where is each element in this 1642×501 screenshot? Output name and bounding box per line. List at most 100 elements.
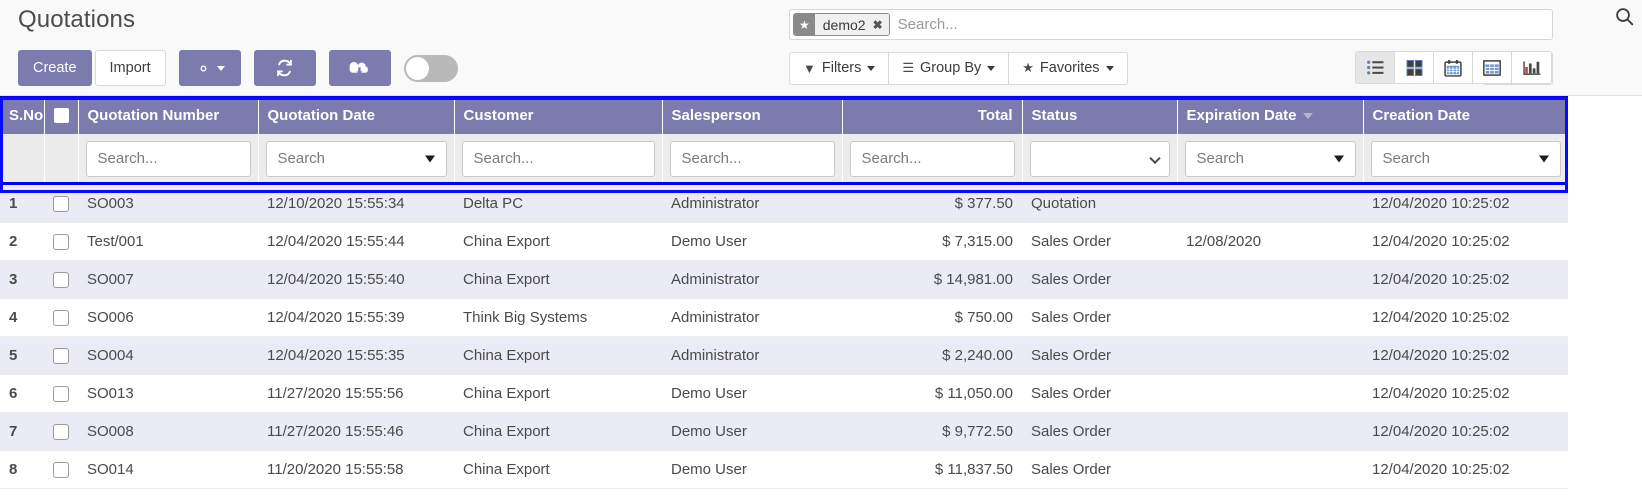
cell-creation: 12/04/2020 10:25:02 bbox=[1363, 222, 1568, 260]
close-icon[interactable]: ✖ bbox=[873, 18, 883, 32]
row-checkbox[interactable] bbox=[53, 462, 69, 478]
table-row[interactable]: 3SO00712/04/2020 15:55:40China ExportAdm… bbox=[0, 260, 1568, 298]
table-row[interactable]: 4SO00612/04/2020 15:55:39Think Big Syste… bbox=[0, 298, 1568, 336]
kanban-icon[interactable] bbox=[1395, 52, 1434, 83]
group-by-dropdown[interactable]: ☰ Group By bbox=[889, 53, 1009, 84]
cell-customer: China Export bbox=[454, 336, 662, 374]
cell-expiration bbox=[1177, 450, 1363, 488]
cell-salesperson: Administrator bbox=[662, 184, 842, 222]
download-button[interactable] bbox=[329, 50, 391, 86]
bar-chart-icon[interactable] bbox=[1512, 52, 1551, 83]
cell-check bbox=[44, 222, 78, 260]
cell-status: Sales Order bbox=[1022, 374, 1177, 412]
cell-customer: China Export bbox=[454, 450, 662, 488]
search-facet-demo2[interactable]: ★ demo2 ✖ bbox=[793, 13, 890, 36]
search-icon[interactable] bbox=[1615, 7, 1634, 31]
row-checkbox[interactable] bbox=[53, 424, 69, 440]
column-header-check[interactable] bbox=[44, 96, 78, 134]
cell-sno: 4 bbox=[0, 298, 44, 336]
select-all-checkbox[interactable] bbox=[54, 108, 69, 123]
column-header-customer[interactable]: Customer bbox=[454, 96, 662, 134]
cell-status: Sales Order bbox=[1022, 298, 1177, 336]
column-header-creation[interactable]: Creation Date bbox=[1363, 96, 1568, 134]
row-checkbox[interactable] bbox=[53, 196, 69, 212]
cell-qdate: 11/27/2020 15:55:46 bbox=[258, 412, 454, 450]
cell-status: Sales Order bbox=[1022, 260, 1177, 298]
active-toggle-switch[interactable] bbox=[404, 55, 458, 82]
column-header-status[interactable]: Status bbox=[1022, 96, 1177, 134]
column-filter-row bbox=[0, 134, 1568, 184]
row-checkbox[interactable] bbox=[53, 348, 69, 364]
toggle-knob bbox=[406, 57, 429, 80]
create-button[interactable]: Create bbox=[18, 50, 92, 86]
refresh-button[interactable] bbox=[254, 50, 316, 86]
column-filter-quotation bbox=[78, 134, 258, 184]
cell-customer: China Export bbox=[454, 412, 662, 450]
favorites-dropdown[interactable]: ★ Favorites bbox=[1009, 53, 1126, 84]
cell-expiration bbox=[1177, 336, 1363, 374]
cell-salesperson: Administrator bbox=[662, 336, 842, 374]
cell-customer: Think Big Systems bbox=[454, 298, 662, 336]
table-row[interactable]: 2Test/00112/04/2020 15:55:44China Export… bbox=[0, 222, 1568, 260]
star-icon: ★ bbox=[1022, 60, 1034, 76]
filter-input-customer[interactable] bbox=[462, 141, 655, 177]
cell-salesperson: Demo User bbox=[662, 450, 842, 488]
cell-check bbox=[44, 336, 78, 374]
cell-sno: 3 bbox=[0, 260, 44, 298]
column-header-label: Quotation Date bbox=[268, 107, 376, 124]
column-header-qdate[interactable]: Quotation Date bbox=[258, 96, 454, 134]
filter-input-salesperson[interactable] bbox=[670, 141, 835, 177]
table-row[interactable]: 8SO01411/20/2020 15:55:58China ExportDem… bbox=[0, 450, 1568, 488]
filter-select-status[interactable] bbox=[1030, 141, 1170, 177]
cell-status: Quotation bbox=[1022, 184, 1177, 222]
row-checkbox[interactable] bbox=[53, 310, 69, 326]
filter-input-total[interactable] bbox=[850, 141, 1015, 177]
import-button[interactable]: Import bbox=[95, 50, 166, 86]
cell-total: $ 750.00 bbox=[842, 298, 1022, 336]
chevron-down-icon bbox=[217, 66, 225, 71]
row-checkbox[interactable] bbox=[53, 386, 69, 402]
table-row[interactable]: 6SO01311/27/2020 15:55:56China ExportDem… bbox=[0, 374, 1568, 412]
cell-total: $ 2,240.00 bbox=[842, 336, 1022, 374]
column-filter-status bbox=[1022, 134, 1177, 184]
list-icon[interactable] bbox=[1356, 52, 1395, 83]
view-switcher bbox=[1355, 51, 1552, 84]
filters-label: Filters bbox=[822, 60, 861, 76]
table-row[interactable]: 7SO00811/27/2020 15:55:46China ExportDem… bbox=[0, 412, 1568, 450]
cell-check bbox=[44, 260, 78, 298]
row-checkbox[interactable] bbox=[53, 272, 69, 288]
settings-dropdown-button[interactable] bbox=[179, 50, 241, 86]
search-view[interactable]: ★ demo2 ✖ bbox=[789, 9, 1553, 40]
calendar-icon[interactable] bbox=[1434, 52, 1473, 83]
cell-sno: 1 bbox=[0, 184, 44, 222]
column-header-sno[interactable]: S.No bbox=[0, 96, 44, 134]
filter-input-quotation[interactable] bbox=[86, 141, 251, 177]
column-header-expiration[interactable]: Expiration Date bbox=[1177, 96, 1363, 134]
column-header-salesperson[interactable]: Salesperson bbox=[662, 96, 842, 134]
header-row: S.No Quotation Number Quotation Date Custom… bbox=[0, 96, 1568, 134]
search-input[interactable] bbox=[890, 16, 1550, 33]
column-header-quotation[interactable]: Quotation Number bbox=[78, 96, 258, 134]
cell-check bbox=[44, 184, 78, 222]
row-checkbox[interactable] bbox=[53, 234, 69, 250]
column-header-label: Total bbox=[978, 107, 1013, 124]
cell-qdate: 12/04/2020 15:55:39 bbox=[258, 298, 454, 336]
filter-select-creation[interactable] bbox=[1371, 141, 1562, 177]
column-header-label: Status bbox=[1032, 107, 1078, 124]
cell-total: $ 7,315.00 bbox=[842, 222, 1022, 260]
action-button-group: Create Import bbox=[18, 50, 458, 86]
cell-expiration bbox=[1177, 412, 1363, 450]
cell-expiration bbox=[1177, 184, 1363, 222]
filters-dropdown[interactable]: ▼ Filters bbox=[790, 53, 889, 84]
cell-qdate: 11/27/2020 15:55:56 bbox=[258, 374, 454, 412]
cell-quotation: Test/001 bbox=[78, 222, 258, 260]
refresh-icon bbox=[275, 59, 294, 77]
column-header-total[interactable]: Total bbox=[842, 96, 1022, 134]
table-row[interactable]: 1SO00312/10/2020 15:55:34Delta PCAdminis… bbox=[0, 184, 1568, 222]
pivot-table-icon[interactable] bbox=[1473, 52, 1512, 83]
cell-quotation: SO014 bbox=[78, 450, 258, 488]
table-row[interactable]: 5SO00412/04/2020 15:55:35China ExportAdm… bbox=[0, 336, 1568, 374]
filter-select-expiration[interactable] bbox=[1185, 141, 1356, 177]
filter-select-qdate[interactable] bbox=[266, 141, 447, 177]
cell-creation: 12/04/2020 10:25:02 bbox=[1363, 298, 1568, 336]
